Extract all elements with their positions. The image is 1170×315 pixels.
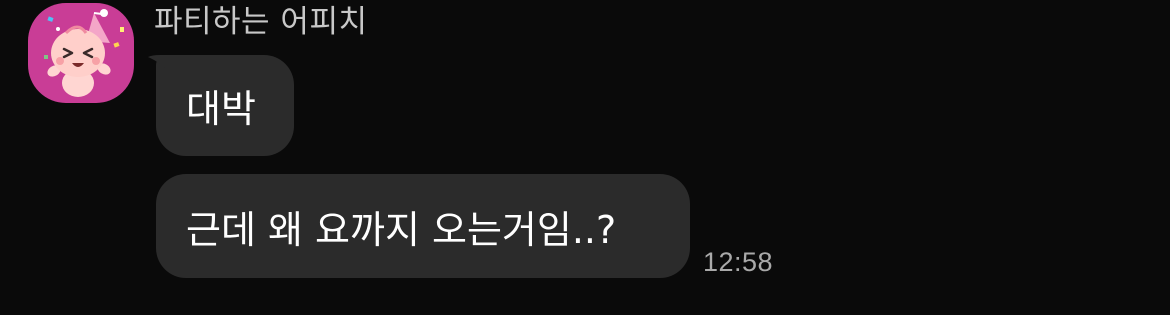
apeach-party-avatar-icon: [44, 9, 124, 97]
message-text: 대박: [186, 87, 256, 131]
message-bubble[interactable]: 근데 왜 요까지 오는거임..?: [156, 174, 690, 278]
message-bubble[interactable]: 대박: [148, 55, 294, 156]
sender-avatar[interactable]: [28, 3, 134, 103]
sender-name: 파티하는 어피치: [154, 4, 368, 40]
chat-thread: 파티하는 어피치 대박 근데 왜 요까지 오는거임..? 12:58: [0, 0, 1170, 315]
message-timestamp: 12:58: [703, 247, 774, 277]
bubble-tail: [148, 55, 174, 77]
message-text: 근데 왜 요까지 오는거임..?: [186, 207, 617, 252]
